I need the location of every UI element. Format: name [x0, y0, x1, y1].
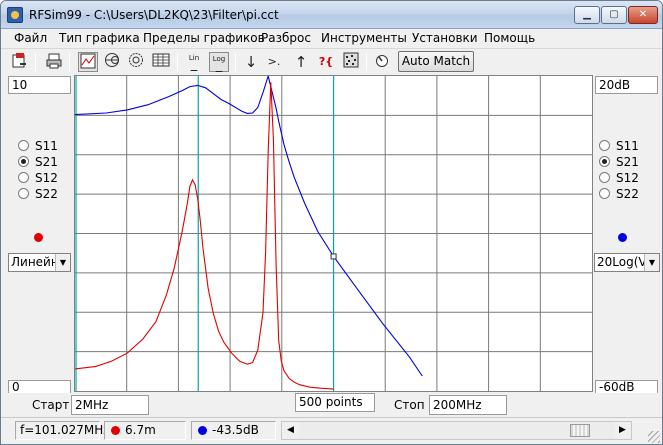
- zoom-in-icon[interactable]: >.<: [264, 52, 284, 88]
- right-param-s11[interactable]: S11: [599, 139, 639, 155]
- radio-checked-icon: [599, 156, 610, 167]
- app-window: RFSim99 - C:\Users\DL2KQ\23\Filter\pi.cc…: [0, 0, 663, 445]
- help-icon[interactable]: ?{: [316, 52, 336, 72]
- toolbar-separator: [177, 53, 178, 71]
- left-scale-select[interactable]: Линейнс ▼: [8, 253, 71, 272]
- blue-dot-icon: [198, 426, 207, 435]
- right-axis-max[interactable]: 20dB: [595, 76, 658, 94]
- frequency-readout: f=101.027MHz: [15, 421, 110, 440]
- scroll-left-icon[interactable]: ◀: [282, 422, 299, 439]
- param-label: S21: [35, 155, 58, 169]
- toolbar: Lin Log ↓ >.< ↑ ?{ Auto Match: [1, 48, 662, 88]
- chevron-down-icon: ▼: [644, 254, 659, 271]
- right-param-s12[interactable]: S12: [599, 171, 639, 187]
- param-label: S11: [35, 139, 58, 153]
- left-trace-color-dot: [34, 233, 43, 242]
- log-scale-button[interactable]: Log: [209, 52, 229, 72]
- monte-carlo-icon[interactable]: [341, 52, 361, 72]
- right-marker-value: -43.5dB: [212, 423, 259, 437]
- right-scale-select[interactable]: 20Log(V) ▼: [594, 253, 660, 272]
- polar-icon[interactable]: [126, 52, 146, 72]
- scale-up-icon[interactable]: ↑: [291, 52, 311, 72]
- right-trace-color-dot: [618, 233, 627, 242]
- close-button[interactable]: ✕: [628, 6, 658, 24]
- table-icon[interactable]: [151, 52, 171, 72]
- menu-tolerance[interactable]: Разброс: [261, 31, 311, 45]
- auto-match-button[interactable]: Auto Match: [398, 51, 474, 72]
- left-param-s11[interactable]: S11: [18, 139, 58, 155]
- title-bar[interactable]: RFSim99 - C:\Users\DL2KQ\23\Filter\pi.cc…: [1, 1, 662, 29]
- print-icon[interactable]: [44, 52, 64, 72]
- left-param-s21[interactable]: S21: [18, 155, 58, 171]
- radio-icon: [18, 188, 29, 199]
- plot-area[interactable]: [74, 73, 593, 392]
- markers: [330, 253, 337, 260]
- resize-grip-icon[interactable]: [648, 431, 660, 443]
- app-icon: [7, 7, 23, 23]
- tune-icon[interactable]: [372, 52, 392, 72]
- menu-file[interactable]: Файл: [14, 31, 47, 45]
- scroll-thumb[interactable]: [570, 424, 590, 437]
- menu-graph-limits[interactable]: Пределы графиков: [143, 31, 265, 45]
- lin-label: Lin: [188, 54, 200, 62]
- menu-graph-type[interactable]: Тип графика: [59, 31, 140, 45]
- radio-icon: [599, 140, 610, 151]
- radio-icon: [599, 188, 610, 199]
- right-marker-readout: -43.5dB: [191, 421, 276, 440]
- menu-help[interactable]: Помощь: [484, 31, 535, 45]
- param-label: S11: [616, 139, 639, 153]
- left-axis-panel: 10 S11 S21 S12 S22 Линейнс ▼ 0: [1, 75, 74, 395]
- left-param-s12[interactable]: S12: [18, 171, 58, 187]
- rect-plot-icon[interactable]: [78, 52, 98, 72]
- sweep-range-bar: Старт 2MHz 500 points Стоп 200MHz: [1, 393, 662, 417]
- start-frequency-input[interactable]: 2MHz: [71, 395, 149, 415]
- stop-label: Стоп: [394, 398, 425, 412]
- start-label: Старт: [32, 398, 70, 412]
- trace-series-1: [74, 82, 334, 390]
- param-label: S22: [35, 187, 58, 201]
- lin-scale-button[interactable]: Lin: [184, 52, 204, 72]
- scale-down-icon[interactable]: ↓: [241, 52, 261, 72]
- chevron-down-icon: ▼: [55, 254, 70, 271]
- param-label: S12: [35, 171, 58, 185]
- points-input[interactable]: 500 points: [295, 393, 375, 412]
- smith-chart-icon[interactable]: [102, 52, 122, 72]
- radio-icon: [18, 140, 29, 151]
- stop-frequency-input[interactable]: 200MHz: [429, 395, 507, 415]
- right-param-s22[interactable]: S22: [599, 187, 639, 203]
- red-dot-icon: [111, 426, 120, 435]
- left-param-s22[interactable]: S22: [18, 187, 58, 203]
- left-marker-value: 6.7m: [125, 423, 156, 437]
- window-title: RFSim99 - C:\Users\DL2KQ\23\Filter\pi.cc…: [29, 8, 279, 22]
- toolbar-separator: [69, 53, 70, 71]
- log-label: Log: [212, 55, 226, 63]
- maximize-button[interactable]: ▢: [601, 6, 627, 24]
- menu-bar: Файл Тип графика Пределы графиков Разбро…: [1, 29, 662, 47]
- menu-tools[interactable]: Инструменты: [321, 31, 407, 45]
- param-label: S22: [616, 187, 639, 201]
- right-param-s21[interactable]: S21: [599, 155, 639, 171]
- status-bar: f=101.027MHz 6.7m -43.5dB ◀ ▶: [1, 417, 662, 444]
- import-icon[interactable]: [10, 52, 30, 72]
- plot-svg: [74, 73, 592, 391]
- right-axis-panel: 20dB S11 S21 S12 S22 20Log(V) ▼ -60dB: [593, 75, 662, 395]
- lin-underline: [191, 63, 198, 71]
- radio-icon: [18, 172, 29, 183]
- menu-settings[interactable]: Установки: [412, 31, 478, 45]
- marker-series-0: [330, 253, 337, 260]
- minimize-button[interactable]: ▁: [574, 6, 600, 24]
- toolbar-separator: [366, 53, 367, 71]
- radio-icon: [599, 172, 610, 183]
- radio-checked-icon: [18, 156, 29, 167]
- left-marker-readout: 6.7m: [104, 421, 186, 440]
- log-underline: [216, 64, 223, 72]
- param-label: S21: [616, 155, 639, 169]
- toolbar-separator: [35, 53, 36, 71]
- param-label: S12: [616, 171, 639, 185]
- toolbar-separator: [235, 53, 236, 71]
- frequency-scrollbar[interactable]: ◀ ▶: [281, 421, 632, 440]
- scroll-right-icon[interactable]: ▶: [614, 422, 631, 439]
- left-axis-max[interactable]: 10: [8, 76, 71, 94]
